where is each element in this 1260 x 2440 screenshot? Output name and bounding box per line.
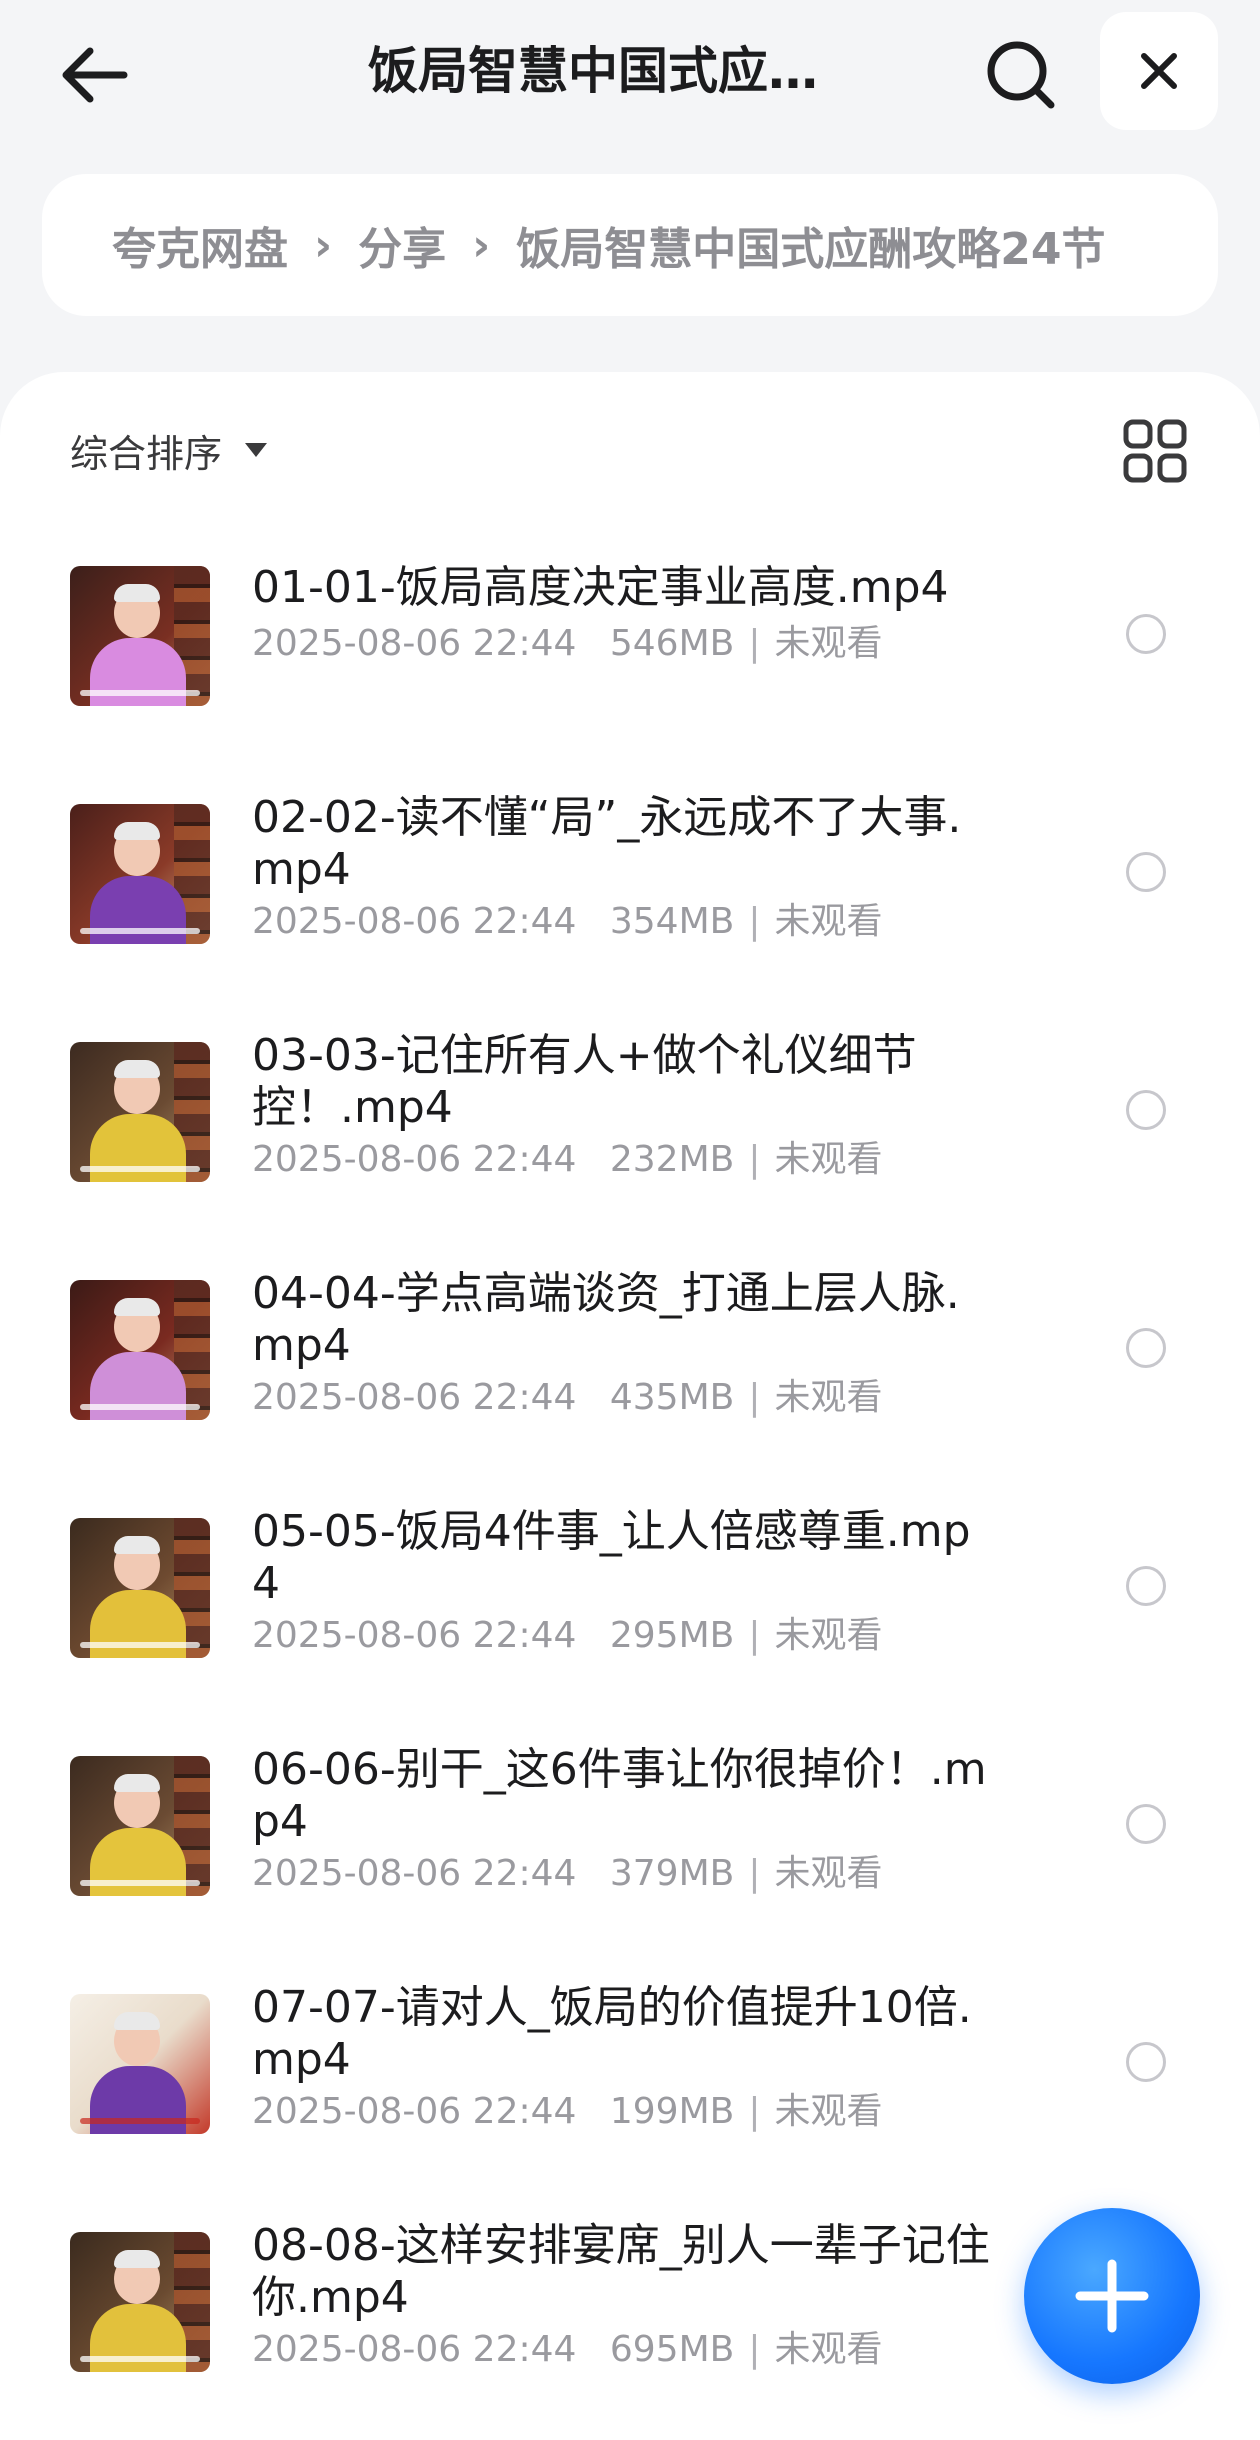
file-row[interactable]: 01-01-饭局高度决定事业高度.mp4 2025-08-06 22:44 54…: [0, 562, 1260, 800]
file-size: 379MB: [609, 1853, 735, 1894]
file-date: 2025-08-06 22:44: [252, 1139, 577, 1180]
file-row[interactable]: 02-02-读不懂“局”_永远成不了大事.mp4 2025-08-06 22:4…: [0, 792, 1260, 1038]
file-row[interactable]: 06-06-别干_这6件事让你很掉价！.mp4 2025-08-06 22:44…: [0, 1744, 1260, 1990]
grid-view-button[interactable]: [1120, 416, 1190, 486]
file-meta: 2025-08-06 22:44 295MB | 未观看: [252, 1615, 883, 1656]
select-radio[interactable]: [1126, 852, 1166, 892]
watch-status: 未观看: [774, 1377, 883, 1418]
file-size: 435MB: [609, 1377, 735, 1418]
close-button[interactable]: [1100, 12, 1218, 130]
breadcrumb-item-quark-drive[interactable]: 夸克网盘: [112, 213, 288, 277]
video-thumbnail: [70, 1518, 210, 1658]
video-thumbnail: [70, 804, 210, 944]
close-icon: [1141, 53, 1177, 89]
video-thumbnail: [70, 566, 210, 706]
search-icon: [987, 41, 1055, 109]
select-radio[interactable]: [1126, 1090, 1166, 1130]
file-size: 295MB: [609, 1615, 735, 1656]
file-meta: 2025-08-06 22:44 435MB | 未观看: [252, 1377, 883, 1418]
file-name: 01-01-饭局高度决定事业高度.mp4: [252, 562, 949, 613]
video-thumbnail: [70, 2232, 210, 2372]
file-row[interactable]: 03-03-记住所有人+做个礼仪细节控！.mp4 2025-08-06 22:4…: [0, 1030, 1260, 1276]
select-radio[interactable]: [1126, 614, 1166, 654]
video-thumbnail: [70, 1994, 210, 2134]
sort-dropdown[interactable]: 综合排序: [70, 420, 268, 480]
file-name: 05-05-饭局4件事_让人倍感尊重.mp4: [252, 1506, 971, 1609]
watch-status: 未观看: [774, 2329, 883, 2370]
breadcrumb-separator: ›: [472, 219, 491, 271]
file-date: 2025-08-06 22:44: [252, 2091, 577, 2132]
select-radio[interactable]: [1126, 2042, 1166, 2082]
file-list-card: 综合排序 01-01-饭局高度决定事业高度.mp4 2025-08-06 22:…: [0, 372, 1260, 2440]
breadcrumb-separator: ›: [314, 219, 333, 271]
grid-view-icon: [1123, 419, 1187, 483]
file-meta: 2025-08-06 22:44 379MB | 未观看: [252, 1853, 883, 1894]
watch-status: 未观看: [774, 1139, 883, 1180]
video-thumbnail: [70, 1042, 210, 1182]
file-meta: 2025-08-06 22:44 199MB | 未观看: [252, 2091, 883, 2132]
file-row[interactable]: 05-05-饭局4件事_让人倍感尊重.mp4 2025-08-06 22:44 …: [0, 1506, 1260, 1752]
file-name: 07-07-请对人_饭局的价值提升10倍.mp4: [252, 1982, 972, 2085]
file-name: 03-03-记住所有人+做个礼仪细节控！.mp4: [252, 1030, 917, 1133]
back-button[interactable]: [50, 30, 140, 120]
select-radio[interactable]: [1126, 1328, 1166, 1368]
file-meta: 2025-08-06 22:44 232MB | 未观看: [252, 1139, 883, 1180]
file-name: 02-02-读不懂“局”_永远成不了大事.mp4: [252, 792, 962, 895]
file-meta: 2025-08-06 22:44 354MB | 未观看: [252, 901, 883, 942]
arrow-left-icon: [62, 47, 128, 103]
file-name: 06-06-别干_这6件事让你很掉价！.mp4: [252, 1744, 987, 1847]
file-date: 2025-08-06 22:44: [252, 2329, 577, 2370]
watch-status: 未观看: [774, 623, 883, 664]
watch-status: 未观看: [774, 1615, 883, 1656]
file-date: 2025-08-06 22:44: [252, 1377, 577, 1418]
file-row[interactable]: 07-07-请对人_饭局的价值提升10倍.mp4 2025-08-06 22:4…: [0, 1982, 1260, 2228]
file-meta: 2025-08-06 22:44 695MB | 未观看: [252, 2329, 883, 2370]
breadcrumb: 夸克网盘 › 分享 › 饭局智慧中国式应酬攻略24节: [42, 174, 1218, 316]
file-size: 546MB: [609, 623, 735, 664]
file-date: 2025-08-06 22:44: [252, 901, 577, 942]
file-date: 2025-08-06 22:44: [252, 1615, 577, 1656]
file-meta: 2025-08-06 22:44 546MB | 未观看: [252, 623, 883, 664]
file-size: 232MB: [609, 1139, 735, 1180]
file-size: 199MB: [609, 2091, 735, 2132]
select-radio[interactable]: [1126, 1566, 1166, 1606]
file-date: 2025-08-06 22:44: [252, 623, 577, 664]
top-bar: 饭局智慧中国式应…: [0, 0, 1260, 150]
plus-icon: [1075, 2259, 1149, 2333]
watch-status: 未观看: [774, 2091, 883, 2132]
select-radio[interactable]: [1126, 1804, 1166, 1844]
caret-down-icon: [245, 443, 268, 457]
video-thumbnail: [70, 1756, 210, 1896]
sort-label: 综合排序: [70, 431, 223, 476]
watch-status: 未观看: [774, 901, 883, 942]
add-button[interactable]: [1024, 2208, 1200, 2384]
file-name: 08-08-这样安排宴席_别人一辈子记住你.mp4: [252, 2220, 990, 2323]
file-size: 354MB: [609, 901, 735, 942]
file-list: 01-01-饭局高度决定事业高度.mp4 2025-08-06 22:44 54…: [0, 562, 1260, 2440]
search-button[interactable]: [976, 30, 1066, 120]
file-date: 2025-08-06 22:44: [252, 1853, 577, 1894]
file-row[interactable]: 04-04-学点高端谈资_打通上层人脉.mp4 2025-08-06 22:44…: [0, 1268, 1260, 1514]
watch-status: 未观看: [774, 1853, 883, 1894]
page-title: 饭局智慧中国式应…: [368, 42, 818, 100]
video-thumbnail: [70, 1280, 210, 1420]
file-size: 695MB: [609, 2329, 735, 2370]
breadcrumb-item-share[interactable]: 分享: [358, 213, 446, 277]
breadcrumb-item-current-folder[interactable]: 饭局智慧中国式应酬攻略24节: [516, 213, 1105, 277]
file-name: 04-04-学点高端谈资_打通上层人脉.mp4: [252, 1268, 960, 1371]
